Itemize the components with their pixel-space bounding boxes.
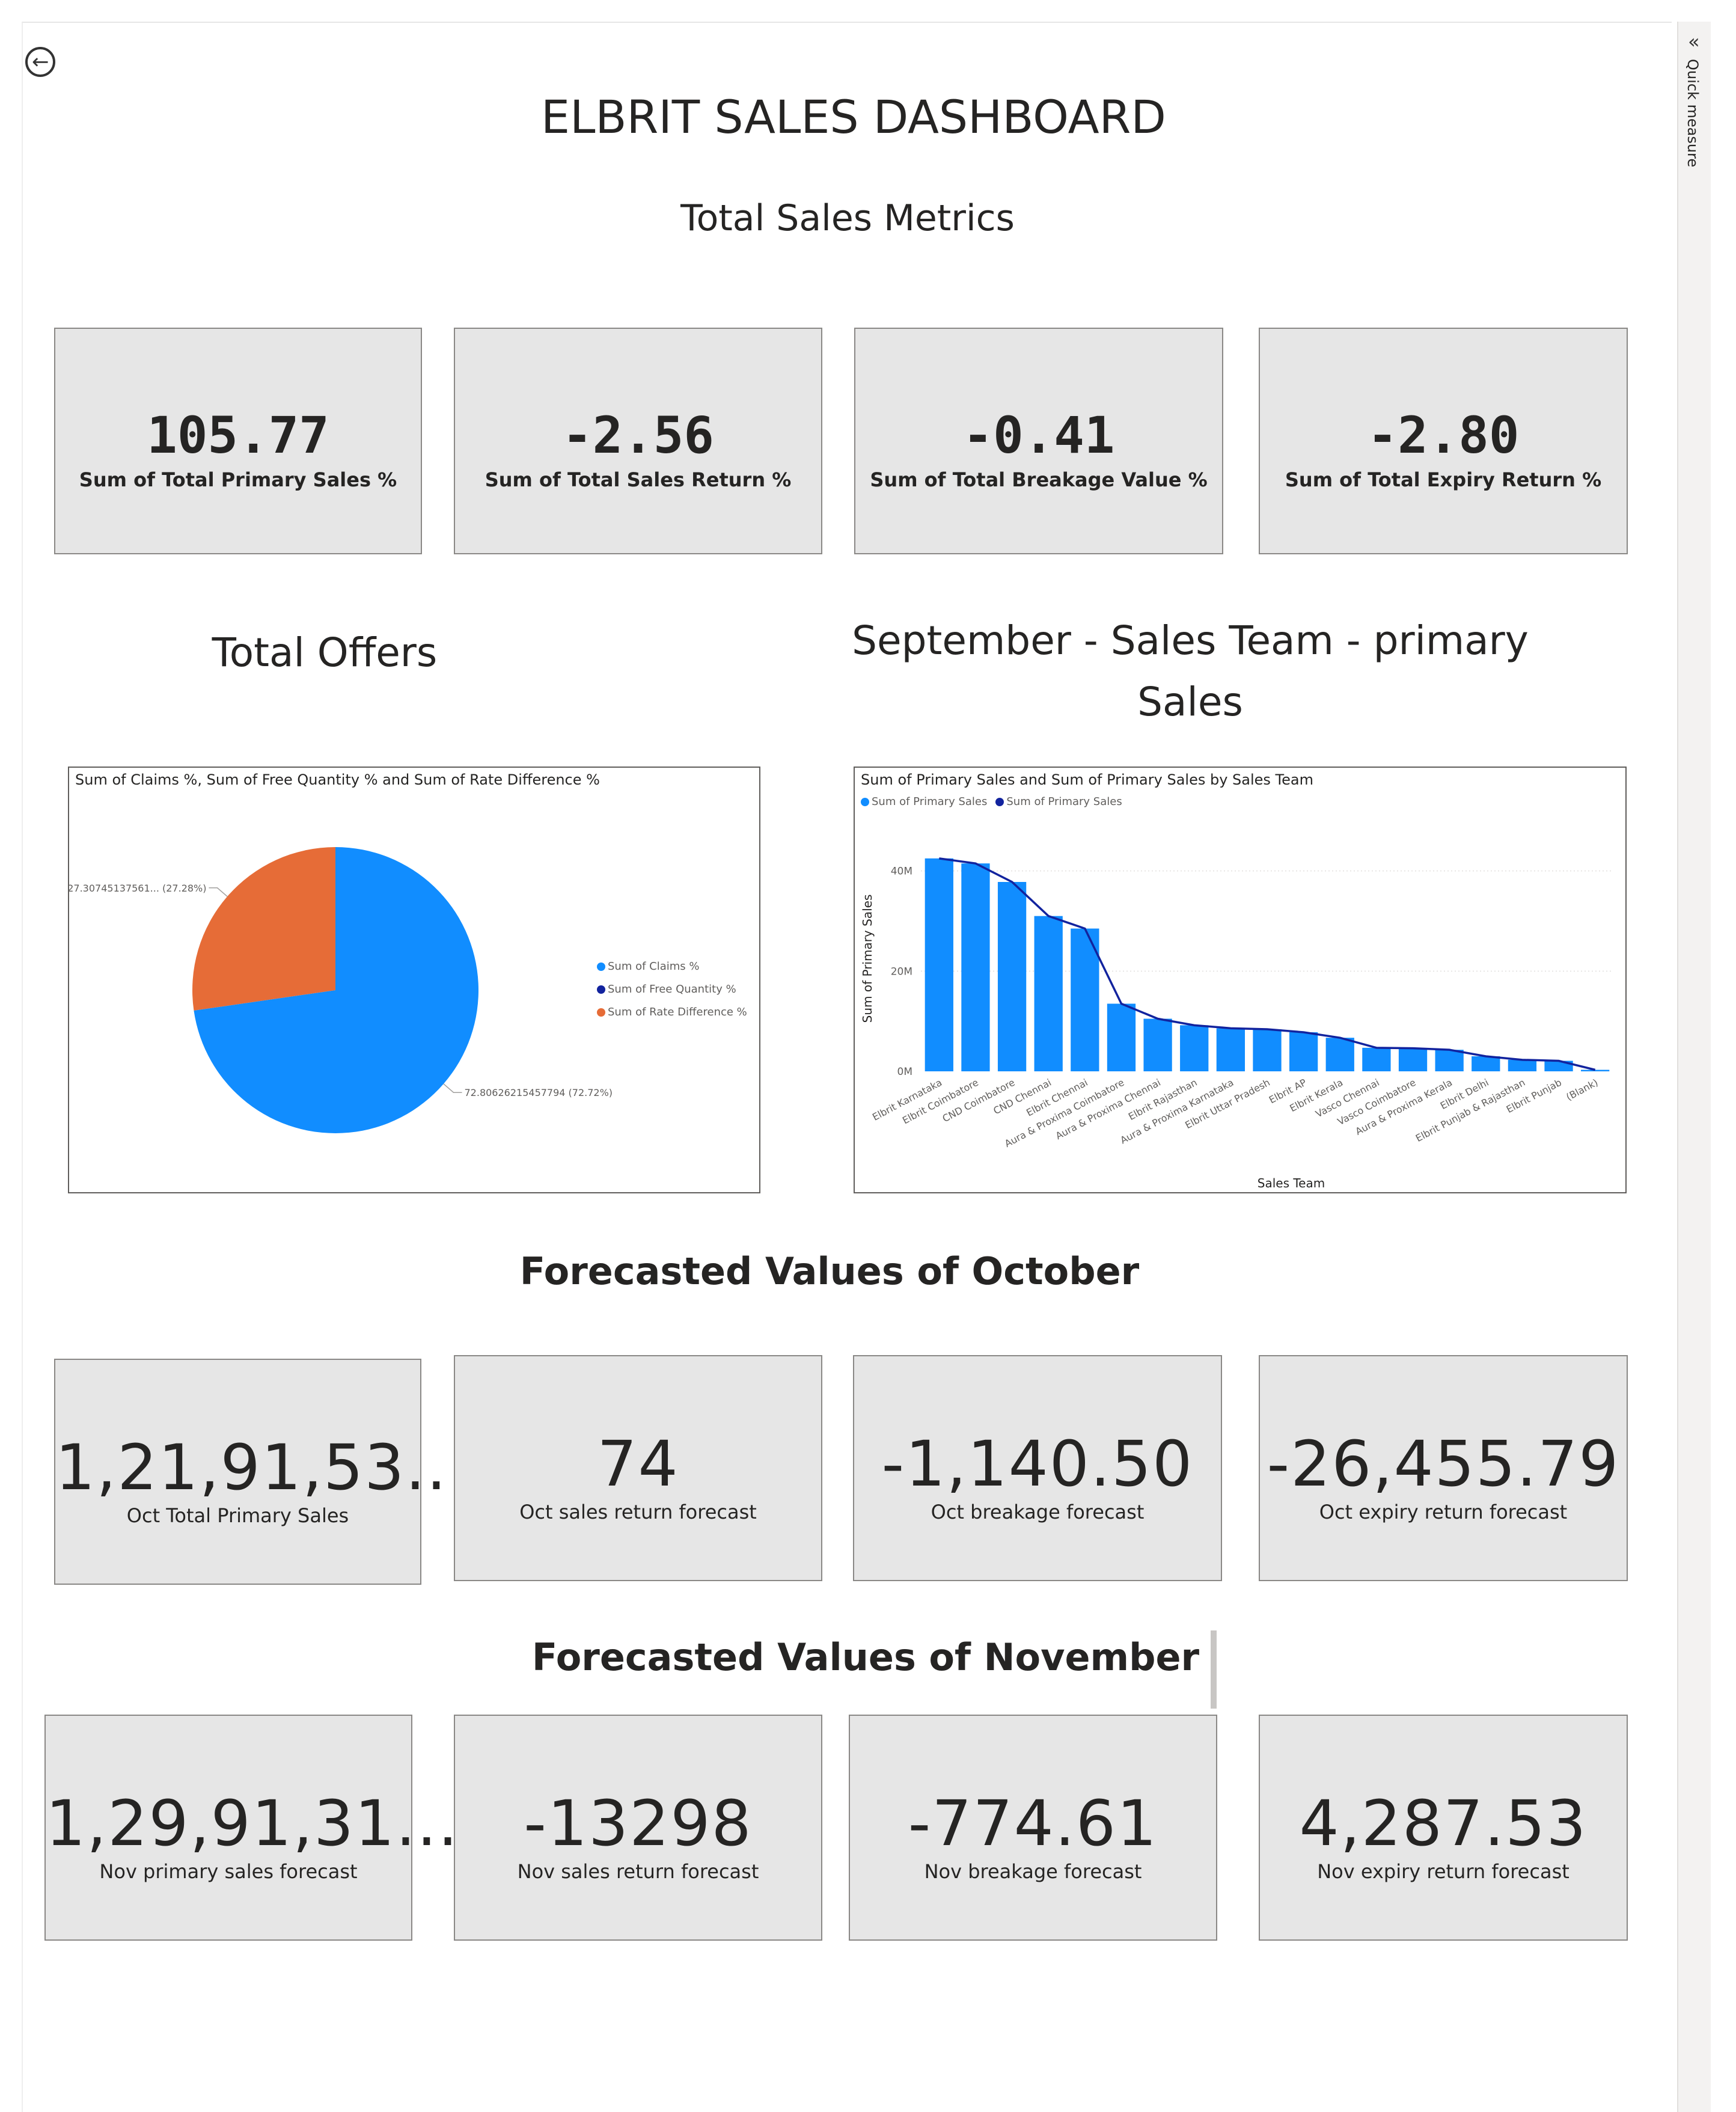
october-forecast-heading: Forecasted Values of October: [519, 1249, 1140, 1293]
bar-18: [1581, 1070, 1610, 1071]
pie-legend-item-claims[interactable]: Sum of Claims %: [597, 960, 708, 973]
bar-3: [1034, 916, 1063, 1071]
forecast-label: Nov breakage forecast: [924, 1860, 1142, 1883]
metric-value: -0.41: [962, 406, 1115, 465]
forecast-value: 4,287.53: [1299, 1787, 1588, 1860]
forecast-label: Nov primary sales forecast: [99, 1860, 358, 1883]
legend-dot: [597, 1008, 605, 1017]
back-button[interactable]: ←: [25, 47, 55, 77]
forecast-label: Nov expiry return forecast: [1317, 1860, 1569, 1883]
bar-1: [961, 863, 990, 1071]
forecast-value: -774.61: [908, 1787, 1158, 1860]
forecast-label: Nov sales return forecast: [517, 1860, 759, 1883]
metric-card-sales-return[interactable]: -2.56 Sum of Total Sales Return %: [454, 328, 822, 554]
quick-measure-pane[interactable]: « Quick measure: [1677, 22, 1711, 2112]
nov-card-breakage[interactable]: -774.61 Nov breakage forecast: [849, 1715, 1217, 1941]
x-axis-title: Sales Team: [1258, 1176, 1325, 1190]
bar-5: [1107, 1003, 1136, 1071]
forecast-label: Oct Total Primary Sales: [126, 1504, 349, 1527]
bar-11: [1325, 1038, 1354, 1071]
bar-0: [925, 858, 953, 1071]
bar-8: [1216, 1028, 1245, 1071]
metric-label: Sum of Total Sales Return %: [484, 468, 792, 491]
pie-legend-item-free-quantity[interactable]: Sum of Free Quantity %: [597, 983, 745, 996]
metric-card-breakage-value[interactable]: -0.41 Sum of Total Breakage Value %: [854, 328, 1223, 554]
legend-label: Sum of Rate Difference %: [608, 1006, 747, 1018]
november-forecast-heading: Forecasted Values of November: [531, 1635, 1200, 1679]
bar-15: [1472, 1056, 1500, 1071]
september-sales-heading: September - Sales Team - primary Sales: [852, 617, 1529, 725]
dashboard-title: ELBRIT SALES DASHBOARD: [541, 90, 1166, 144]
forecast-value: 74: [597, 1427, 679, 1501]
metric-card-primary-sales[interactable]: 105.77 Sum of Total Primary Sales %: [54, 328, 422, 554]
forecast-value: -1,140.50: [881, 1427, 1194, 1501]
total-sales-metrics-heading: Total Sales Metrics: [680, 197, 1015, 239]
total-offers-heading: Total Offers: [212, 629, 438, 676]
x-tick-label-18: (Blank): [1564, 1077, 1600, 1103]
forecast-value: -26,455.79: [1267, 1427, 1620, 1501]
bar-16: [1508, 1059, 1537, 1071]
legend-dot: [597, 985, 605, 994]
bar-6: [1143, 1018, 1172, 1071]
bar-9: [1253, 1029, 1282, 1071]
metric-value: 105.77: [147, 406, 329, 465]
y-tick-label-2: 40M: [891, 866, 912, 878]
bar-14: [1435, 1050, 1464, 1071]
bar-2: [997, 882, 1027, 1071]
legend-label: Sum of Claims %: [608, 960, 700, 973]
pie-leader-line-0: [443, 1083, 462, 1093]
bar-7: [1180, 1025, 1209, 1071]
bar-12: [1362, 1047, 1391, 1071]
forecast-value: 1,21,91,53...: [55, 1431, 469, 1504]
metric-card-expiry-return[interactable]: -2.80 Sum of Total Expiry Return %: [1259, 328, 1628, 554]
bar-13: [1398, 1048, 1428, 1071]
double-chevron-left-icon[interactable]: «: [1688, 30, 1700, 53]
metric-label: Sum of Total Expiry Return %: [1285, 468, 1602, 491]
forecast-label: Oct expiry return forecast: [1319, 1501, 1568, 1523]
sales-team-bar-chart[interactable]: Sum of Primary Sales and Sum of Primary …: [854, 767, 1627, 1193]
nov-card-primary-sales[interactable]: 1,29,91,31... Nov primary sales forecast: [44, 1715, 459, 1941]
bar-10: [1289, 1032, 1318, 1071]
resize-handle[interactable]: [1211, 1630, 1217, 1709]
oct-card-expiry-return[interactable]: -26,455.79 Oct expiry return forecast: [1259, 1355, 1628, 1581]
pie-chart-svg: 72.80626215457794 (72.72%) 27.30745137561…: [69, 847, 613, 1133]
offers-pie-chart[interactable]: Sum of Claims %, Sum of Free Quantity % …: [68, 767, 760, 1193]
pie-slice-2: [192, 847, 335, 1011]
pie-leader-line-2: [209, 887, 228, 897]
nov-card-sales-return[interactable]: -13298 Nov sales return forecast: [454, 1715, 822, 1941]
legend-dot: [597, 962, 605, 971]
pie-data-label-2: 27.30745137561... (27.28%): [69, 883, 206, 894]
forecast-label: Oct breakage forecast: [931, 1501, 1145, 1523]
bar-chart-svg: 0M20M40MSum of Primary SalesSales TeamEl…: [860, 857, 1613, 1190]
oct-card-primary-sales[interactable]: 1,21,91,53... Oct Total Primary Sales: [54, 1359, 469, 1585]
legend-label: Sum of Free Quantity %: [608, 983, 736, 996]
forecast-value: -13298: [524, 1787, 753, 1860]
metric-label: Sum of Total Breakage Value %: [870, 468, 1208, 491]
metric-label: Sum of Total Primary Sales %: [79, 468, 397, 491]
metric-value: -2.80: [1367, 406, 1520, 465]
pie-data-label-0: 72.80626215457794 (72.72%): [465, 1087, 613, 1098]
metric-value: -2.56: [562, 406, 714, 465]
nov-card-expiry-return[interactable]: 4,287.53 Nov expiry return forecast: [1259, 1715, 1628, 1941]
oct-card-breakage[interactable]: -1,140.50 Oct breakage forecast: [853, 1355, 1222, 1581]
forecast-value: 1,29,91,31...: [46, 1787, 459, 1860]
oct-card-sales-return[interactable]: 74 Oct sales return forecast: [454, 1355, 822, 1581]
back-arrow-icon: ←: [32, 50, 49, 74]
y-axis-title: Sum of Primary Sales: [860, 895, 875, 1023]
y-tick-label-0: 0M: [897, 1066, 912, 1078]
pie-legend-item-rate-difference[interactable]: Sum of Rate Difference %: [597, 1006, 756, 1018]
forecast-label: Oct sales return forecast: [519, 1501, 757, 1523]
y-tick-label-1: 20M: [891, 966, 912, 978]
